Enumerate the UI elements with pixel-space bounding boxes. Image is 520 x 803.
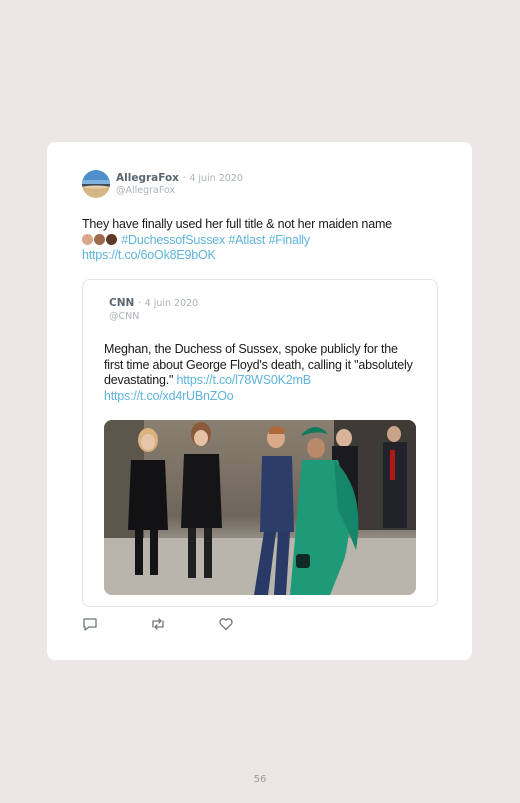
author-line[interactable]: AllegraFox · 4 juin 2020 <box>116 172 243 184</box>
tweet-link[interactable]: https://t.co/6oOk8E9bOK <box>82 248 216 262</box>
raised-fist-icon <box>94 233 105 245</box>
quoted-link-2[interactable]: https://t.co/xd4rUBnZOo <box>104 389 234 403</box>
quoted-photo[interactable] <box>104 420 416 595</box>
separator: · <box>182 173 186 184</box>
quoted-tweet-text: Meghan, the Duchess of Sussex, spoke pub… <box>104 342 420 404</box>
author-handle[interactable]: @AllegraFox <box>116 185 175 196</box>
tweet-actions <box>82 616 252 632</box>
tweet-date[interactable]: 4 juin 2020 <box>189 173 243 184</box>
avatar[interactable] <box>82 170 110 198</box>
raised-fist-icon <box>106 233 117 245</box>
like-icon[interactable] <box>218 616 234 632</box>
quoted-author-name[interactable]: CNN <box>109 297 134 309</box>
tweet-card: AllegraFox · 4 juin 2020 @AllegraFox The… <box>47 142 472 660</box>
quoted-author-line[interactable]: CNN · 4 juin 2020 <box>109 297 198 309</box>
author-name[interactable]: AllegraFox <box>116 172 179 184</box>
reply-icon[interactable] <box>82 616 98 632</box>
raised-fist-icon <box>82 233 93 245</box>
tweet-body: They have finally used her full title & … <box>82 217 392 231</box>
retweet-icon[interactable] <box>150 616 166 632</box>
quoted-link-1[interactable]: https://t.co/l78WS0K2mB <box>177 373 312 387</box>
quoted-tweet-date[interactable]: 4 juin 2020 <box>145 298 199 309</box>
hashtags[interactable]: #DuchessofSussex #Atlast #Finally <box>121 233 310 247</box>
separator: · <box>137 298 141 309</box>
tweet-text: They have finally used her full title & … <box>82 217 442 264</box>
quoted-tweet[interactable]: CNN · 4 juin 2020 @CNN Meghan, the Duche… <box>82 279 438 607</box>
quoted-author-handle[interactable]: @CNN <box>109 311 139 322</box>
page-number: 56 <box>253 774 267 785</box>
